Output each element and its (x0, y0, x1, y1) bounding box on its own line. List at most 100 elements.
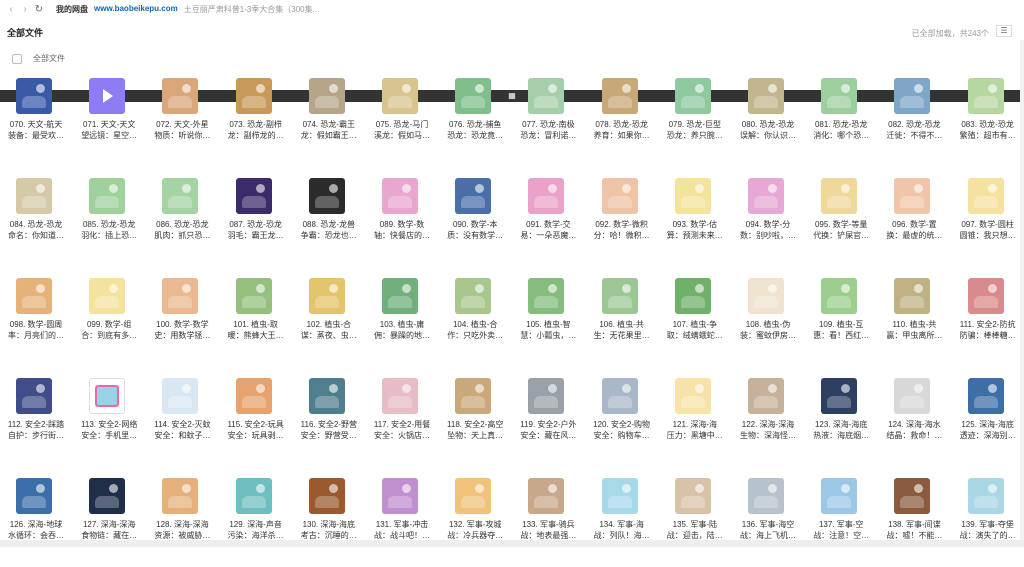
file-item[interactable]: 114. 安全2-灭蚊 安全：和蚊子… (146, 372, 218, 467)
file-item[interactable]: 096. 数学-置 换：最虚的统… (878, 172, 950, 267)
video-thumbnail[interactable] (601, 178, 638, 214)
video-thumbnail[interactable] (162, 278, 199, 314)
video-thumbnail[interactable] (748, 178, 784, 214)
file-name[interactable]: 074. 恐龙-霸王 龙：假如霸王… (295, 119, 363, 141)
file-item[interactable]: 110. 植虫-共 赢：甲虫离所… (878, 272, 950, 367)
video-thumbnail[interactable] (748, 478, 784, 514)
video-thumbnail[interactable] (821, 478, 858, 514)
file-name[interactable]: 116. 安全2-野营 安全：野营受… (295, 419, 363, 441)
video-thumbnail[interactable] (455, 178, 492, 214)
video-thumbnail[interactable] (162, 178, 199, 214)
file-item[interactable]: 126. 深海-地球 水循环：会吞… (0, 472, 72, 567)
file-item[interactable]: 113. 安全2-网络 安全：手机里… (73, 372, 145, 467)
video-thumbnail[interactable] (235, 278, 272, 314)
video-file-icon[interactable] (89, 78, 126, 114)
video-thumbnail[interactable] (308, 78, 345, 114)
file-item[interactable]: 078. 恐龙-恐龙 养育：如果你… (586, 72, 658, 167)
file-name[interactable]: 136. 军事-海空 战：海上飞机… (734, 519, 802, 541)
file-item[interactable]: 100. 数学-数学 史：用数学拯… (146, 272, 218, 367)
file-item[interactable]: 101. 植虫-取 暖：熊蜂大王… (220, 272, 292, 367)
file-item[interactable]: 124. 深海-海水 结晶：救命！… (878, 372, 950, 467)
file-item[interactable]: 131. 军事-冲击 战：战斗吧！… (366, 472, 438, 567)
file-item[interactable]: 070. 天文-航天 装备：最受欢… (0, 72, 72, 167)
file-item[interactable]: 121. 深海-海 压力：黑塘中… (659, 372, 731, 467)
file-item[interactable]: 072. 天文-外星 物质：听说你… (146, 72, 218, 167)
file-item[interactable]: 077. 恐龙-南极 恐龙：冒利诺… (512, 72, 584, 167)
file-name[interactable]: 132. 军事-攻城 战：冷兵器夺… (441, 519, 509, 541)
file-name[interactable]: 083. 恐龙-恐龙 繁殖：超市有… (954, 119, 1022, 141)
video-thumbnail[interactable] (894, 378, 931, 414)
video-thumbnail[interactable] (967, 78, 1004, 114)
file-name[interactable]: 103. 植虫-庸 佣：暴躁的地… (368, 319, 436, 341)
file-name[interactable]: 120. 安全2-购物 安全：购物车… (588, 419, 656, 441)
file-name[interactable]: 079. 恐龙-巨型 恐龙：养只腕… (661, 119, 729, 141)
file-item[interactable]: 088. 恐龙-龙兽 争霸：恐龙也… (293, 172, 365, 267)
file-name[interactable]: 129. 深海-声音 污染：海洋杀… (222, 519, 290, 541)
file-item[interactable]: 139. 军事-夺堡 战：演失了的… (952, 472, 1024, 567)
file-name[interactable]: 100. 数学-数学 史：用数学拯… (148, 319, 216, 341)
file-name[interactable]: 078. 恐龙-恐龙 养育：如果你… (588, 119, 656, 141)
video-thumbnail[interactable] (748, 78, 784, 114)
file-name[interactable]: 101. 植虫-取 暖：熊蜂大王… (222, 319, 290, 341)
file-item[interactable]: 102. 植虫-合 谋：蒸夜、虫… (293, 272, 365, 367)
file-name[interactable]: 124. 深海-海水 结晶：救命！… (880, 419, 948, 441)
video-thumbnail[interactable] (235, 78, 272, 114)
file-item[interactable]: 090. 数学-本 质：没有数学… (439, 172, 511, 267)
video-thumbnail[interactable] (382, 78, 418, 114)
file-name[interactable]: 125. 深海-海底 透迹：深海别… (954, 419, 1022, 441)
video-thumbnail[interactable] (601, 278, 638, 314)
file-item[interactable]: 080. 恐龙-恐龙 误解：你认识… (732, 72, 804, 167)
video-thumbnail[interactable] (674, 178, 711, 214)
file-name[interactable]: 082. 恐龙-恐龙 迁徙：不得不… (880, 119, 948, 141)
file-item[interactable]: 099. 数学-组 合：到底有多… (73, 272, 145, 367)
file-item[interactable]: 115. 安全2-玩具 安全：玩具剥… (220, 372, 292, 467)
refresh-icon[interactable]: ↻ (32, 4, 46, 15)
file-item[interactable]: 075. 恐龙-马门 溪龙：假如马… (366, 72, 438, 167)
breadcrumb-item-home[interactable]: 我的网盘 (56, 4, 88, 15)
file-item[interactable]: 084. 恐龙-恐龙 命名：你知道… (0, 172, 72, 267)
video-thumbnail[interactable] (528, 178, 565, 214)
horizontal-scrollbar[interactable] (0, 540, 1024, 547)
video-thumbnail[interactable] (16, 178, 52, 214)
file-name[interactable]: 131. 军事-冲击 战：战斗吧！… (368, 519, 436, 541)
file-name[interactable]: 121. 深海-海 压力：黑塘中… (661, 419, 729, 441)
file-name[interactable]: 105. 植虫-智 慧：小瓢虫，… (514, 319, 582, 341)
file-name[interactable]: 099. 数学-组 合：到底有多… (75, 319, 143, 341)
file-item[interactable]: 108. 植虫-伪 装：蜜蚊伊房… (732, 272, 804, 367)
file-name[interactable]: 087. 恐龙-恐龙 羽毛：霸王龙… (222, 219, 290, 241)
video-thumbnail[interactable] (89, 378, 126, 414)
video-thumbnail[interactable] (601, 378, 638, 414)
video-thumbnail[interactable] (967, 478, 1004, 514)
file-item[interactable]: 083. 恐龙-恐龙 繁殖：超市有… (952, 72, 1024, 167)
file-name[interactable]: 073. 恐龙-副栉 龙：副栉龙的… (222, 119, 290, 141)
file-name[interactable]: 089. 数学-数 轴：快餐店的… (368, 219, 436, 241)
file-item[interactable]: 104. 植虫-合 作：只吃外卖… (439, 272, 511, 367)
file-name[interactable]: 090. 数学-本 质：没有数学… (441, 219, 509, 241)
video-thumbnail[interactable] (455, 378, 492, 414)
file-item[interactable]: 117. 安全2-用餐 安全：火锅店… (366, 372, 438, 467)
file-name[interactable]: 119. 安全2-户外 安全：藏在风… (514, 419, 582, 441)
file-name[interactable]: 096. 数学-置 换：最虚的统… (880, 219, 948, 241)
file-name[interactable]: 070. 天文-航天 装备：最受欢… (2, 119, 70, 141)
file-item[interactable]: 134. 军事-海 战：列队！海… (586, 472, 658, 567)
file-item[interactable]: 098. 数学-圆周 率：月亮们的… (0, 272, 72, 367)
file-name[interactable]: 118. 安全2-高空 坠物：天上真… (441, 419, 509, 441)
file-item[interactable]: 137. 军事-空 战：注意！空… (805, 472, 877, 567)
file-name[interactable]: 085. 恐龙-恐龙 羽化：插上恐… (75, 219, 143, 241)
video-thumbnail[interactable] (16, 378, 52, 414)
file-name[interactable]: 098. 数学-圆周 率：月亮们的… (2, 319, 70, 341)
file-name[interactable]: 109. 植虫-互 惠：看！西红… (807, 319, 875, 341)
file-item[interactable]: 103. 植虫-庸 佣：暴躁的地… (366, 272, 438, 367)
file-item[interactable]: 089. 数学-数 轴：快餐店的… (366, 172, 438, 267)
file-item[interactable]: 129. 深海-声音 污染：海洋杀… (220, 472, 292, 567)
file-item[interactable]: 112. 安全2-踩踏 自护：步行街… (0, 372, 72, 467)
file-item[interactable]: 119. 安全2-户外 安全：藏在风… (512, 372, 584, 467)
file-name[interactable]: 080. 恐龙-恐龙 误解：你认识… (734, 119, 802, 141)
file-item[interactable]: 125. 深海-海底 透迹：深海别… (952, 372, 1024, 467)
video-thumbnail[interactable] (235, 378, 272, 414)
video-thumbnail[interactable] (748, 378, 784, 414)
select-all-checkbox[interactable] (12, 54, 22, 64)
video-thumbnail[interactable] (528, 478, 565, 514)
file-name[interactable]: 135. 军事-陆 战：迎击，陆… (661, 519, 729, 541)
file-name[interactable]: 133. 军事-骑兵 战：地表最强… (514, 519, 582, 541)
